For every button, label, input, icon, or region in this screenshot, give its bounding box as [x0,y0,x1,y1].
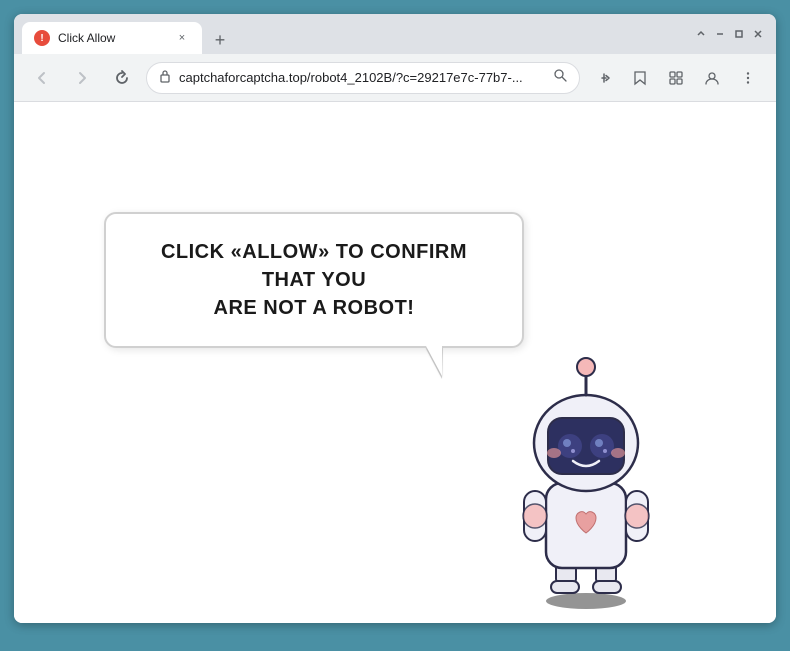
tab-bar: ! Click Allow × + [22,14,690,54]
back-button[interactable] [26,62,58,94]
chevron-icon [694,28,707,41]
active-tab[interactable]: ! Click Allow × [22,22,202,54]
lock-icon [159,69,171,86]
tab-close-button[interactable]: × [174,30,190,46]
toolbar: captchaforcaptcha.top/robot4_2102B/?c=29… [14,54,776,102]
url-text: captchaforcaptcha.top/robot4_2102B/?c=29… [179,70,545,85]
address-bar[interactable]: captchaforcaptcha.top/robot4_2102B/?c=29… [146,62,580,94]
search-icon [553,68,567,87]
minimize-button[interactable] [713,28,726,41]
extensions-button[interactable] [660,62,692,94]
maximize-button[interactable] [732,28,745,41]
speech-bubble: CLICK «ALLOW» TO CONFIRM THAT YOU ARE NO… [104,212,524,348]
forward-button[interactable] [66,62,98,94]
new-tab-button[interactable]: + [206,26,234,54]
tab-title: Click Allow [58,31,166,45]
bubble-text: CLICK «ALLOW» TO CONFIRM THAT YOU ARE NO… [138,238,490,322]
menu-button[interactable] [732,62,764,94]
toolbar-actions [588,62,764,94]
robot-svg [476,333,696,613]
robot-illustration [476,333,696,613]
profile-button[interactable] [696,62,728,94]
browser-window: ! Click Allow × + [14,14,776,623]
page-content: CLICK «ALLOW» TO CONFIRM THAT YOU ARE NO… [14,102,776,623]
tab-favicon: ! [34,30,50,46]
close-button[interactable] [751,28,764,41]
title-bar: ! Click Allow × + [14,14,776,54]
share-button[interactable] [588,62,620,94]
window-controls [694,28,764,41]
bookmark-button[interactable] [624,62,656,94]
reload-button[interactable] [106,62,138,94]
